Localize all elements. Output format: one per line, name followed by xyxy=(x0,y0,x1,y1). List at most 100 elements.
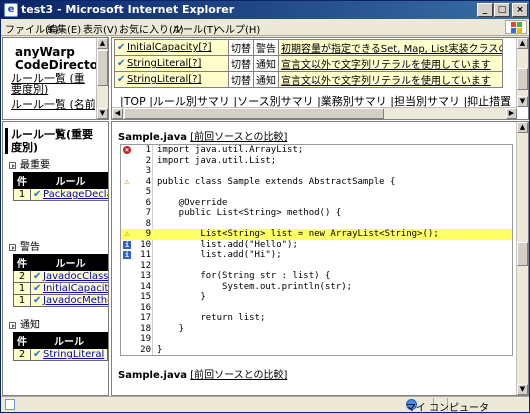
error-marker-icon[interactable]: × xyxy=(123,146,131,154)
violations-frame: ✔ InitialCapacity[?] 切替 警告 初期容量が指定できるSet,… xyxy=(111,37,529,120)
rule-link[interactable]: PackageDeclaration xyxy=(43,190,108,200)
code-text: } xyxy=(157,323,185,334)
person-cell: 切替 xyxy=(228,71,254,88)
vertical-scrollbar[interactable]: ▲ ▼ xyxy=(516,122,528,395)
security-zone-label: マイ コンピュータ xyxy=(405,403,489,414)
menu-bar: ファイル(F) 編集(E) 表示(V) お気に入り(A) ツール(T) ヘルプ(… xyxy=(1,19,529,36)
status-bar: マイ コンピュータ xyxy=(1,396,529,414)
line-number: 2 xyxy=(145,155,151,166)
menu-view[interactable]: 表示(V) xyxy=(83,21,118,36)
rule-link[interactable]: StringLiteral xyxy=(43,350,104,360)
title-bar[interactable]: e test3 - Microsoft Internet Explorer _ … xyxy=(1,1,529,19)
code-line: 15 } xyxy=(121,292,512,303)
rule-link[interactable]: JavadocClass xyxy=(43,272,108,282)
code-text: } xyxy=(157,344,163,355)
windows-logo-icon xyxy=(505,20,527,34)
code-line: 8 xyxy=(121,218,512,230)
section-warning[interactable]: 警告 xyxy=(9,238,40,253)
rule-link[interactable]: InitialCapacity[?] xyxy=(127,42,211,53)
file-name: Sample.java xyxy=(118,132,187,143)
rule-link[interactable]: StringLiteral[?] xyxy=(127,58,201,69)
scroll-up-arrow-icon[interactable]: ▲ xyxy=(517,38,528,49)
rule-check-icon: ✔ xyxy=(33,283,42,294)
line-number: 6 xyxy=(145,197,151,208)
rule-check-icon: ✔ xyxy=(117,58,126,69)
rule-list-by-name-link[interactable]: ルール一覧 (名前順) xyxy=(11,96,95,112)
code-text: for(String str : list) { xyxy=(157,271,331,281)
table-row: ✔ StringLiteral[?] 切替 通知 宣言文以外で文字列リテラルを使用… xyxy=(114,55,503,72)
horizontal-scrollbar[interactable]: ◀ ▶ xyxy=(112,107,517,119)
expand-icon xyxy=(9,243,16,251)
rule-link[interactable]: StringLiteral[?] xyxy=(127,74,201,85)
code-line: 2 import java.util.List; xyxy=(121,155,512,167)
scroll-down-arrow-icon[interactable]: ▼ xyxy=(517,96,528,107)
warning-marker-icon[interactable]: ⚠ xyxy=(123,177,131,186)
rule-check-icon: ✔ xyxy=(33,271,42,282)
menu-tools[interactable]: ツール(T) xyxy=(173,21,217,36)
line-number: 9 xyxy=(145,229,151,239)
maximize-button[interactable]: □ xyxy=(494,3,510,17)
code-text: list.add("Hello"); xyxy=(157,239,298,250)
message-link[interactable]: 初期容量が指定できるSet, Map, List実装クラスの初期容量を指定してい… xyxy=(281,44,502,55)
menu-help[interactable]: ヘルプ(H) xyxy=(215,21,260,36)
minimize-button[interactable]: _ xyxy=(477,3,493,17)
code-line: 12 xyxy=(121,260,512,272)
line-number: 8 xyxy=(145,218,151,229)
info-marker-icon[interactable]: i xyxy=(123,240,131,249)
line-number: 19 xyxy=(140,334,151,344)
message-link[interactable]: 宣言文以外で文字列リテラルを使用しています xyxy=(281,76,491,87)
line-number: 12 xyxy=(140,260,151,271)
scroll-thumb[interactable] xyxy=(517,68,528,90)
info-marker-icon[interactable]: i xyxy=(123,251,131,259)
vertical-scrollbar[interactable]: ▲ ▼ xyxy=(96,38,108,119)
code-line: 17 return list; xyxy=(121,313,512,324)
rule-list-by-severity-link[interactable]: ルール一覧 (重要度別) xyxy=(11,73,95,95)
line-number: 14 xyxy=(140,281,151,292)
code-text: public List<String> method() { xyxy=(157,208,342,218)
line-number: 16 xyxy=(140,302,151,313)
message-link[interactable]: 宣言文以外で文字列リテラルを使用しています xyxy=(281,60,491,71)
app-info-frame: anyWarp CodeDirector ルール一覧 (重要度別) ルール一覧 … xyxy=(2,37,109,120)
code-line: 18 } xyxy=(121,323,512,335)
violations-table: ✔ InitialCapacity[?] 切替 警告 初期容量が指定できるSet,… xyxy=(114,39,503,88)
scroll-thumb[interactable] xyxy=(517,242,528,266)
section-critical[interactable]: 最重要 xyxy=(9,156,50,171)
scroll-down-arrow-icon[interactable]: ▼ xyxy=(517,384,528,395)
table-row: ✔ StringLiteral[?] 切替 通知 宣言文以外で文字列リテラルを使用… xyxy=(114,71,503,88)
window-title: test3 - Microsoft Internet Explorer xyxy=(21,3,235,16)
scroll-thumb[interactable] xyxy=(124,108,384,119)
code-text: import java.util.List; xyxy=(157,155,277,166)
rule-link[interactable]: JavadocMethod xyxy=(43,296,108,306)
critical-rule-table: 件ルール 1 ✔PackageDeclaration xyxy=(13,172,108,201)
scroll-left-arrow-icon[interactable]: ◀ xyxy=(112,108,123,119)
expand-icon xyxy=(9,321,16,329)
code-text: list.add("Hi"); xyxy=(157,250,282,260)
compare-previous-link[interactable]: [前回ソースとの比較] xyxy=(190,370,287,381)
scroll-up-arrow-icon[interactable]: ▲ xyxy=(517,122,528,133)
scroll-thumb[interactable] xyxy=(97,50,108,86)
warning-marker-icon[interactable]: ⚠ xyxy=(123,230,131,239)
rule-check-icon: ✔ xyxy=(33,349,42,360)
file-name: Sample.java xyxy=(118,370,187,381)
section-notice[interactable]: 通知 xyxy=(9,316,40,331)
scroll-right-arrow-icon[interactable]: ▶ xyxy=(506,108,517,119)
severity-cell: 通知 xyxy=(253,71,279,88)
code-line: 6 @Override xyxy=(121,197,512,209)
menu-edit[interactable]: 編集(E) xyxy=(47,21,81,36)
severity-cell: 通知 xyxy=(253,55,279,72)
code-text: List<String> list = new ArrayList<String… xyxy=(157,229,439,239)
line-number: 13 xyxy=(140,271,151,281)
vertical-scrollbar[interactable]: ▲ ▼ xyxy=(516,38,528,107)
page-icon xyxy=(5,399,15,410)
scroll-down-arrow-icon[interactable]: ▼ xyxy=(97,108,108,119)
scroll-up-arrow-icon[interactable]: ▲ xyxy=(97,38,108,49)
line-number: 11 xyxy=(140,250,151,260)
compare-previous-link[interactable]: [前回ソースとの比較] xyxy=(190,132,287,143)
code-line: 19 xyxy=(121,334,512,345)
content-area: anyWarp CodeDirector ルール一覧 (重要度別) ルール一覧 … xyxy=(1,37,529,396)
close-button[interactable]: × xyxy=(512,3,528,17)
expand-icon xyxy=(9,161,16,169)
line-number: 4 xyxy=(145,176,151,187)
rule-link[interactable]: InitialCapacity xyxy=(43,284,108,294)
browser-window: e test3 - Microsoft Internet Explorer _ … xyxy=(0,0,530,414)
